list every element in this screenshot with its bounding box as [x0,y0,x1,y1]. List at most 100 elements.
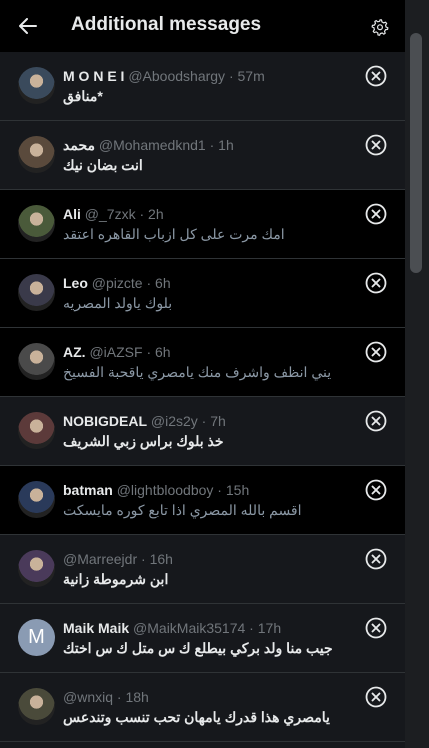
sender-line: Leo @pizcte · 6h [63,275,348,291]
sender-name[interactable]: M O N E I [63,68,124,84]
close-circle-icon [365,134,387,156]
dismiss-button[interactable] [365,410,387,432]
message-row[interactable]: AZ. @iAZSF · 6h يني انظف واشرف منك يامصري… [0,328,405,397]
timestamp: 7h [210,413,226,429]
dismiss-button[interactable] [365,479,387,501]
sender-line: AZ. @iAZSF · 6h [63,344,348,360]
message-row[interactable]: NOBIGDEAL @i2s2y · 7h خذ بلوك براس زبي ال… [0,397,405,466]
close-circle-icon [365,617,387,639]
message-row[interactable]: Leo @pizcte · 6h بلوك ياولد المصريه [0,259,405,328]
sender-handle: @i2s2y [150,413,198,429]
sender-name[interactable]: batman [63,482,113,498]
timestamp: 6h [155,344,171,360]
dismiss-button[interactable] [365,134,387,156]
close-circle-icon [365,203,387,225]
dismiss-button[interactable] [365,341,387,363]
sender-line: @Marreejdr · 16h [63,551,348,567]
timestamp: 57m [237,68,265,84]
avatar[interactable] [18,688,55,725]
separator-dot: · [205,137,219,153]
avatar[interactable] [18,550,55,587]
gear-icon [371,19,389,36]
avatar[interactable] [18,136,55,173]
sender-name[interactable]: Maik Maik [63,620,129,636]
close-circle-icon [365,272,387,294]
separator-dot: · [225,68,238,84]
avatar[interactable] [18,412,55,449]
timestamp: 1h [218,137,234,153]
message-row[interactable]: Ali @_7zxk · 2h امك مرت على كل ازباب القا… [0,190,405,259]
avatar[interactable] [18,274,55,311]
separator-dot: · [197,413,211,429]
sender-handle: @Aboodshargy [128,68,226,84]
sender-name[interactable]: محمد [63,137,95,153]
back-button[interactable] [14,12,42,40]
arrow-left-icon [19,18,37,34]
timestamp: 17h [257,620,282,636]
message-preview: بلوك ياولد المصريه [63,295,173,311]
sender-line: NOBIGDEAL @i2s2y · 7h [63,413,348,429]
separator-dot: · [213,482,226,498]
sender-name[interactable]: Ali [63,206,81,222]
sender-handle: @Marreejdr [63,551,138,567]
timestamp: 6h [155,275,171,291]
dismiss-button[interactable] [365,203,387,225]
settings-button[interactable] [367,14,393,40]
sender-name[interactable]: NOBIGDEAL [63,413,147,429]
timestamp: 18h [125,689,149,705]
message-list: M O N E I @Aboodshargy · 57m منافق* محمد @… [0,52,405,742]
messages-panel: Additional messages M O N E I @Aboodshar… [0,0,405,748]
avatar[interactable] [18,481,55,518]
header: Additional messages [0,0,405,52]
separator-dot: · [135,206,149,222]
dismiss-button[interactable] [365,686,387,708]
sender-handle: @wnxiq [63,689,114,705]
message-row[interactable]: batman @lightbloodboy · 15h اقسم بالله ال… [0,466,405,535]
message-preview: ابن شرموطة زانية [63,571,169,587]
separator-dot: · [142,275,156,291]
page-title: Additional messages [71,14,262,35]
sender-line: batman @lightbloodboy · 15h [63,482,348,498]
separator-dot: · [142,344,156,360]
sender-line: Ali @_7zxk · 2h [63,206,348,222]
close-circle-icon [365,410,387,432]
message-preview: يامصري هذا قدرك يامهان تحب تنسب وتندعس [63,709,330,725]
sender-handle: @iAZSF [89,344,143,360]
message-preview: خذ بلوك براس زبي الشريف [63,433,224,449]
timestamp: 15h [225,482,250,498]
avatar[interactable] [18,343,55,380]
message-preview: امك مرت على كل ازباب القاهره اعتقد [63,226,285,242]
sender-line: M O N E I @Aboodshargy · 57m [63,68,348,84]
scroll-thumb[interactable] [410,33,422,273]
dismiss-button[interactable] [365,617,387,639]
message-preview: انت بضان نيك [63,157,143,173]
message-preview: جيب منا ولد بركي بيطلع ك س متل ك س اختك [63,640,333,656]
dismiss-button[interactable] [365,65,387,87]
avatar-initial: M [28,626,45,648]
dismiss-button[interactable] [365,548,387,570]
message-row[interactable]: @Marreejdr · 16h ابن شرموطة زانية [0,535,405,604]
scrollbar[interactable] [405,0,429,748]
avatar[interactable]: M [18,619,55,656]
sender-name[interactable]: AZ. [63,344,86,360]
sender-handle: @pizcte [91,275,143,291]
message-preview: يني انظف واشرف منك يامصري ياقحبة الفسيخ [63,364,332,380]
avatar[interactable] [18,205,55,242]
avatar[interactable] [18,67,55,104]
dismiss-button[interactable] [365,272,387,294]
separator-dot: · [245,620,258,636]
timestamp: 16h [149,551,173,567]
timestamp: 2h [148,206,164,222]
close-circle-icon [365,548,387,570]
message-row[interactable]: محمد @Mohamedknd1 · 1h انت بضان نيك [0,121,405,190]
message-row[interactable]: M O N E I @Aboodshargy · 57m منافق* [0,52,405,121]
message-preview: اقسم بالله المصري اذا تابع كوره مايسكت [63,502,302,518]
message-row[interactable]: M Maik Maik @MaikMaik35174 · 17h جيب منا و… [0,604,405,673]
separator-dot: · [113,689,126,705]
message-preview: منافق* [63,88,103,104]
sender-line: @wnxiq · 18h [63,689,348,705]
message-row[interactable]: @wnxiq · 18h يامصري هذا قدرك يامهان تحب ت… [0,673,405,742]
sender-name[interactable]: Leo [63,275,88,291]
sender-handle: @Mohamedknd1 [98,137,206,153]
close-circle-icon [365,65,387,87]
